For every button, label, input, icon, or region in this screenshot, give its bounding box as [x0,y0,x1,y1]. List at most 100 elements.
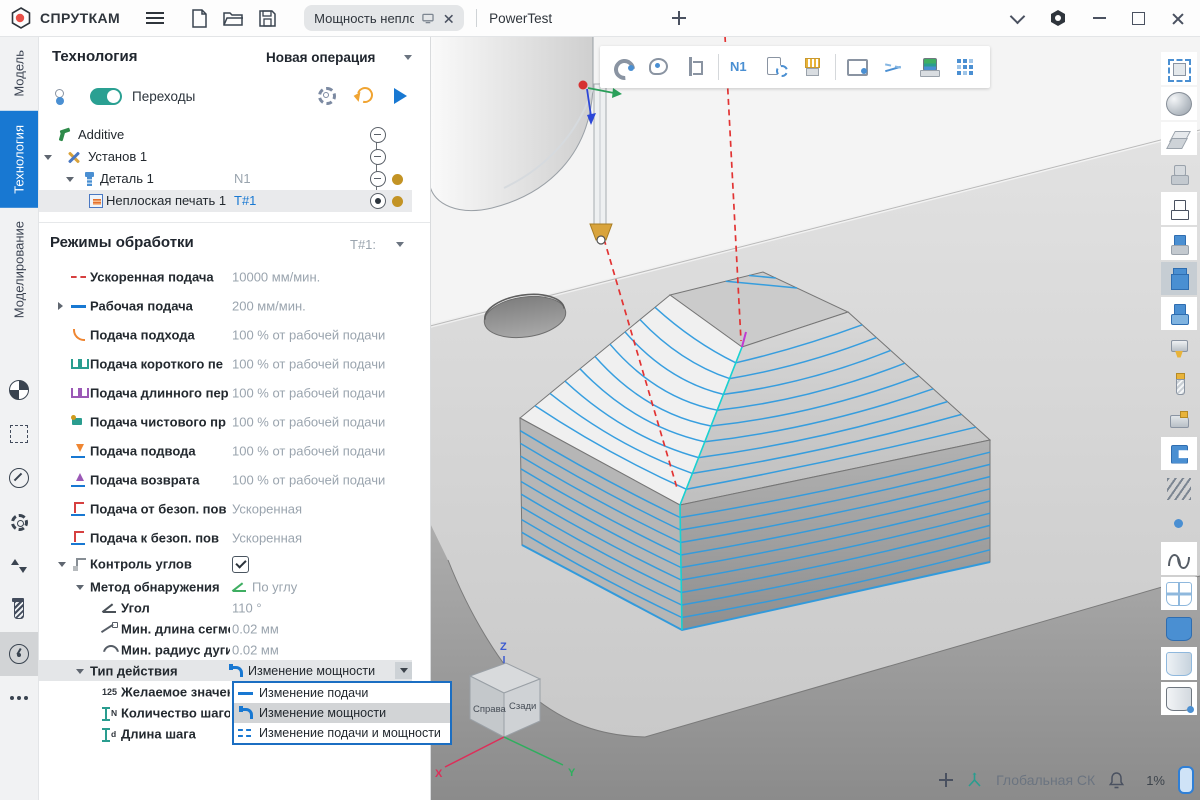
rail-tab[interactable]: Технология [0,111,38,208]
param-chevron-icon[interactable] [76,669,84,674]
rail-tool[interactable] [0,632,38,676]
dropdown-item[interactable]: Изменение подачи [234,683,450,703]
document-tab[interactable]: Мощность неплос [304,5,464,31]
toolbar-button[interactable] [718,54,719,80]
coordinate-system-label[interactable]: Глобальная СК [996,772,1095,788]
modes-caret-icon[interactable] [396,242,404,247]
param-chevron-icon[interactable] [58,562,66,567]
view-tool[interactable] [1161,507,1197,540]
suppress-toggle-icon[interactable] [370,171,386,187]
rail-tool[interactable] [0,412,38,456]
rail-tool[interactable] [0,368,38,412]
suppress-toggle-icon[interactable] [370,193,386,209]
param-row[interactable]: Ускоренная подача 10000 мм/мин. 10000 мм… [38,262,430,291]
dropdown-item[interactable]: Изменение подачи и мощности [234,723,450,743]
view-tool[interactable] [1161,52,1197,85]
menu-icon[interactable] [146,12,164,24]
param-row[interactable]: Подача от безоп. пов Ускоренная Ускоренн… [38,494,430,523]
bell-icon[interactable] [1108,771,1125,789]
coordinate-system-icon[interactable] [966,772,983,789]
param-row[interactable]: Рабочая подача 200 мм/мин. 200 мм/мин. [38,291,430,320]
toolbar-button[interactable] [948,48,984,86]
view-tool[interactable] [1161,332,1197,365]
tree-chevron-icon[interactable] [44,155,52,160]
suppress-toggle-icon[interactable] [370,149,386,165]
toolbar-button[interactable] [678,48,714,86]
settings-nut-icon[interactable] [1049,9,1067,27]
view-tool[interactable] [1161,157,1197,190]
param-chevron-icon[interactable] [58,302,63,310]
rail-tool[interactable] [0,456,38,500]
chevron-down-icon[interactable] [1010,8,1026,24]
rail-tool[interactable] [0,544,38,588]
view-tool[interactable] [1161,647,1197,680]
view-tool[interactable] [1161,577,1197,610]
toolbar-button[interactable] [606,48,642,86]
tree-row[interactable]: Установ 1 [38,146,430,168]
view-tool[interactable] [1161,87,1197,120]
param-row[interactable]: Подача чистового пр 100 % от рабочей под… [38,407,430,436]
toolbar-button[interactable]: N1 [723,48,759,86]
toolbar-button[interactable] [840,48,876,86]
dropdown-button[interactable] [395,662,412,679]
param-row[interactable]: Подача подвода 100 % от рабочей подачи 1… [38,436,430,465]
tree-chevron-icon[interactable] [66,177,74,182]
param-row[interactable]: Мин. радиус дуги 0.02 мм 0.02 мм [38,639,430,660]
toolbar-button[interactable] [642,48,678,86]
rail-tab[interactable]: Моделирование [0,207,38,332]
param-row[interactable]: Метод обнаружения По углу По углу [38,576,430,597]
toolbar-button[interactable] [876,48,912,86]
run-button[interactable] [394,88,407,104]
dropdown-item[interactable]: Изменение мощности [234,703,450,723]
tree-row[interactable]: Деталь 1 N1 [38,168,430,190]
tree-row[interactable]: Additive [38,124,430,146]
cube-face-right[interactable]: Справа [473,704,507,715]
3d-viewport[interactable]: Справа Сзади Z X Y [430,36,1200,800]
operation-settings-gear-icon[interactable] [318,87,336,105]
view-tool[interactable] [1161,437,1197,470]
toolbar-button[interactable] [835,54,836,80]
param-row[interactable]: Контроль углов [38,552,430,576]
new-tab-icon[interactable] [672,11,686,25]
cube-face-back[interactable]: Сзади [509,701,536,712]
view-tool[interactable] [1161,297,1197,330]
view-tool[interactable] [1161,227,1197,260]
param-row[interactable]: Подача длинного пер 100 % от рабочей под… [38,378,430,407]
operation-caret-icon[interactable] [404,55,412,60]
param-row[interactable]: Угол 110 ° 110 ° [38,597,430,618]
project-tab[interactable]: PowerTest [489,11,552,26]
view-tool[interactable] [1161,367,1197,400]
close-window-button[interactable] [1171,12,1184,25]
view-tool[interactable] [1161,612,1197,645]
toolbar-button[interactable] [759,48,795,86]
view-tool[interactable] [1161,542,1197,575]
action-type-dropdown[interactable]: Изменение мощности [228,661,412,680]
param-row[interactable]: Подача подхода 100 % от рабочей подачи 1… [38,320,430,349]
tree-row[interactable]: Неплоская печать 1 T#1 [38,190,430,212]
save-button[interactable] [250,3,284,33]
view-tool[interactable] [1161,472,1197,505]
view-tool[interactable] [1161,402,1197,435]
param-row[interactable]: Подача к безоп. пов Ускоренная Ускоренна… [38,523,430,552]
recalculate-icon[interactable] [354,84,376,106]
checkbox[interactable] [232,556,249,573]
param-row[interactable]: Подача возврата 100 % от рабочей подачи … [38,465,430,494]
rail-tool[interactable] [0,676,38,720]
param-row[interactable]: Подача короткого пе 100 % от рабочей под… [38,349,430,378]
transitions-toggle[interactable] [90,88,122,105]
suppress-toggle-icon[interactable] [370,127,386,143]
param-row[interactable]: Тип действия Изменение мощности Изменени… [38,660,430,681]
new-file-button[interactable] [182,3,216,33]
param-row[interactable]: Мин. длина сегме 0.02 мм 0.02 мм [38,618,430,639]
new-operation-selector[interactable]: Новая операция [266,50,375,65]
maximize-button[interactable] [1132,12,1145,25]
param-chevron-icon[interactable] [76,585,84,590]
zoom-plus-icon[interactable] [939,773,953,787]
view-tool[interactable] [1161,682,1197,715]
rail-tab[interactable]: Модель [0,36,38,111]
view-tool[interactable] [1161,122,1197,155]
view-tool[interactable] [1161,262,1197,295]
close-document-icon[interactable] [444,13,453,23]
toolbar-button[interactable] [912,48,948,86]
view-tool[interactable] [1161,192,1197,225]
